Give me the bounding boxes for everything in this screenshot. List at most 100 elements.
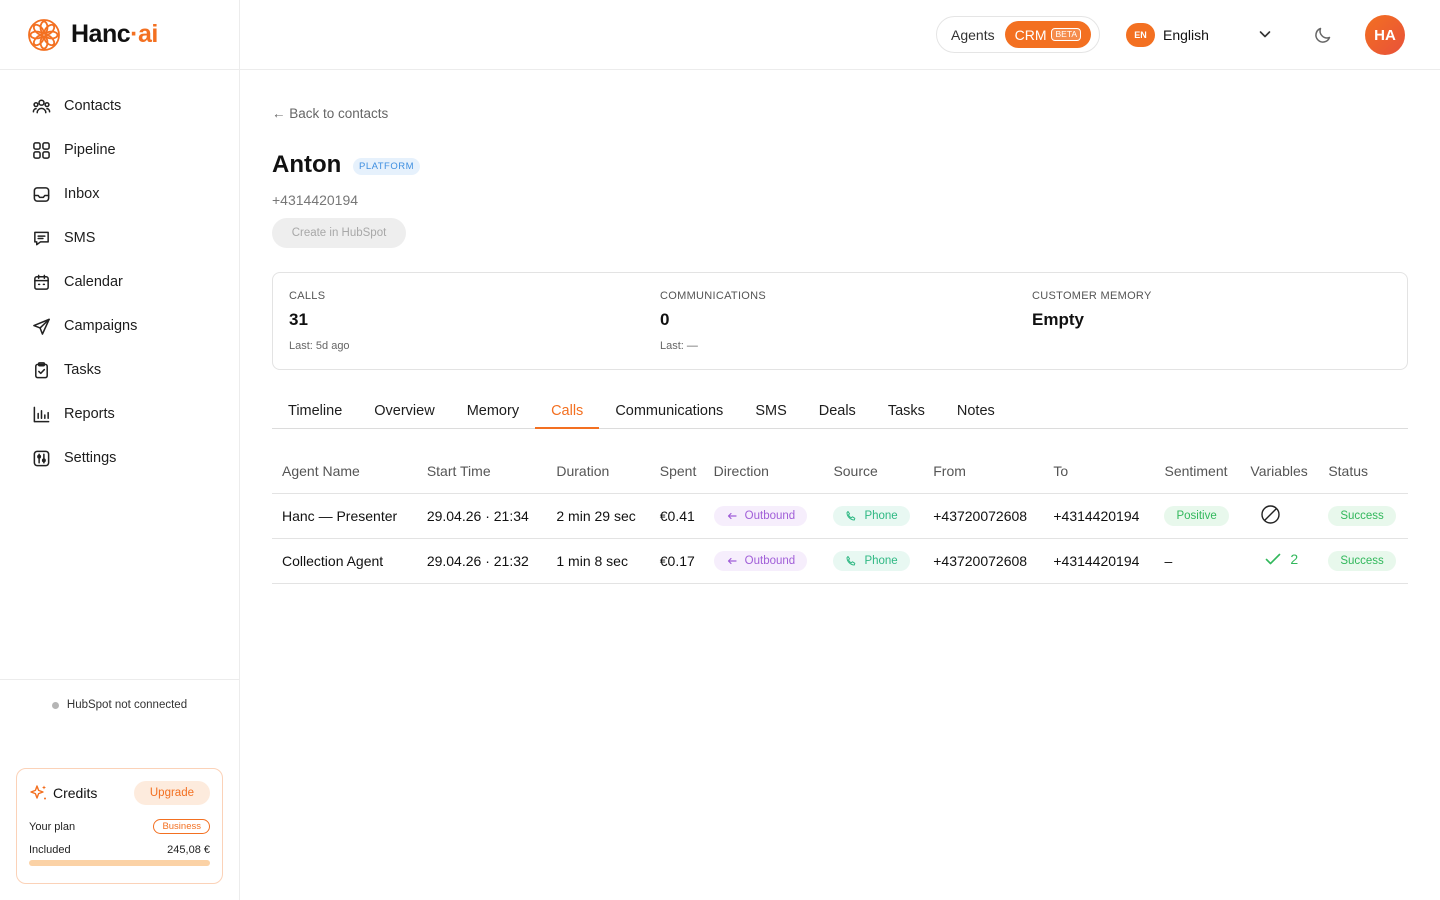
top-bar: Agents CRM BETA EN English HA — [240, 0, 1440, 70]
bar-chart-icon — [33, 406, 50, 422]
status-cell: Success — [1318, 493, 1408, 539]
language-label: English — [1163, 27, 1209, 43]
direction-badge: Outbound — [713, 505, 808, 526]
sidebar-item-label: Campaigns — [64, 318, 138, 334]
variables-count: 2 — [1264, 550, 1298, 568]
arrow-left-icon — [727, 512, 737, 519]
tab-calls[interactable]: Calls — [535, 392, 600, 429]
contact-tabs: Timeline Overview Memory Calls Communica… — [272, 392, 1408, 429]
language-selector[interactable]: EN English — [1126, 20, 1209, 50]
tab-sms[interactable]: SMS — [739, 392, 802, 429]
sidebar-item-inbox[interactable]: Inbox — [0, 172, 239, 216]
language-code-badge: EN — [1126, 23, 1155, 47]
sidebar-item-label: Calendar — [64, 274, 123, 290]
user-avatar[interactable]: HA — [1365, 15, 1405, 55]
sidebar-item-label: Settings — [64, 450, 117, 466]
sidebar-item-settings[interactable]: Settings — [0, 436, 239, 480]
credits-progress-fill — [29, 860, 210, 866]
tab-deals[interactable]: Deals — [803, 392, 872, 429]
source-cell: Phone — [823, 538, 924, 584]
source-label: Phone — [864, 554, 898, 567]
send-icon — [33, 318, 50, 335]
tab-communications[interactable]: Communications — [599, 392, 739, 429]
to-cell: +4314420194 — [1043, 493, 1155, 539]
sentiment-cell: – — [1154, 538, 1241, 584]
brand-logo[interactable]: Hanc·ai — [0, 0, 239, 70]
sparkle-icon — [30, 785, 46, 800]
from-cell: +43720072608 — [923, 493, 1044, 539]
phone-icon — [846, 555, 856, 565]
column-header[interactable]: Direction — [703, 450, 824, 494]
status-dot-icon — [51, 701, 59, 709]
chevron-down-icon[interactable] — [1256, 25, 1274, 43]
stats-card: CALLS 31 Last: 5d ago COMMUNICATIONS 0 L… — [272, 272, 1408, 370]
stat-value: 31 — [289, 310, 308, 329]
platform-badge: PLATFORM — [353, 158, 421, 175]
mode-agents-button[interactable]: Agents — [951, 27, 995, 43]
source-cell: Phone — [823, 493, 924, 539]
column-header[interactable]: Start Time — [416, 450, 547, 494]
sentiment-badge: Positive — [1164, 505, 1229, 526]
tab-tasks[interactable]: Tasks — [872, 392, 941, 429]
variables-count-label: 2 — [1290, 551, 1299, 567]
sidebar-item-label: Pipeline — [64, 142, 116, 158]
tab-notes[interactable]: Notes — [941, 392, 1011, 429]
variables-cell[interactable]: 2 — [1240, 538, 1319, 584]
stat-label: CUSTOMER MEMORY — [1032, 290, 1152, 302]
spent-cell: €0.17 — [649, 538, 704, 584]
start-time-cell: 29.04.26 · 21:34 — [416, 493, 547, 539]
back-to-contacts-link[interactable]: ← Back to contacts — [272, 106, 388, 121]
tab-timeline[interactable]: Timeline — [272, 392, 358, 429]
sidebar-item-contacts[interactable]: Contacts — [0, 84, 239, 128]
column-header[interactable]: Duration — [546, 450, 650, 494]
source-label: Phone — [864, 509, 898, 522]
tab-memory[interactable]: Memory — [451, 392, 535, 429]
source-badge: Phone — [833, 505, 910, 526]
tab-overview[interactable]: Overview — [358, 392, 450, 429]
stat-sub: Last: — — [660, 340, 698, 352]
agent-name-cell: Collection Agent — [272, 538, 417, 584]
hubspot-connection-status: HubSpot not connected — [0, 679, 239, 711]
moon-icon[interactable] — [1313, 25, 1333, 45]
status-cell: Success — [1318, 538, 1408, 584]
duration-cell: 2 min 29 sec — [546, 493, 650, 539]
sidebar-item-tasks[interactable]: Tasks — [0, 348, 239, 392]
sidebar-item-reports[interactable]: Reports — [0, 392, 239, 436]
table-row[interactable]: Hanc — Presenter 29.04.26 · 21:34 2 min … — [272, 493, 1408, 539]
mode-crm-label: CRM — [1014, 26, 1047, 43]
agent-name-cell: Hanc — Presenter — [272, 493, 417, 539]
create-in-hubspot-button[interactable]: Create in HubSpot — [272, 218, 406, 248]
column-header[interactable]: Agent Name — [272, 450, 417, 494]
spent-cell: €0.41 — [649, 493, 704, 539]
credits-title: Credits — [29, 783, 97, 803]
sidebar-item-label: Tasks — [64, 362, 102, 378]
sidebar-nav: Contacts Pipeline Inbox SMS Calendar Cam… — [0, 70, 239, 480]
column-header[interactable]: Status — [1318, 450, 1408, 494]
mode-switch: Agents CRM BETA — [936, 16, 1100, 53]
column-header[interactable]: Sentiment — [1154, 450, 1241, 494]
stat-label: COMMUNICATIONS — [660, 290, 767, 302]
sliders-icon — [33, 450, 50, 466]
variables-cell — [1240, 493, 1319, 539]
mode-crm-button[interactable]: CRM BETA — [1004, 21, 1092, 48]
column-header[interactable]: From — [923, 450, 1044, 494]
column-header[interactable]: Source — [823, 450, 924, 494]
phone-icon — [846, 510, 856, 520]
upgrade-button[interactable]: Upgrade — [133, 781, 210, 805]
sidebar-item-pipeline[interactable]: Pipeline — [0, 128, 239, 172]
sidebar-item-calendar[interactable]: Calendar — [0, 260, 239, 304]
status-badge: Success — [1328, 505, 1396, 526]
included-label: Included — [29, 844, 71, 856]
plan-label: Your plan — [29, 820, 76, 833]
stat-label: CALLS — [289, 290, 326, 302]
stat-value: 0 — [660, 310, 670, 329]
status-badge: Success — [1328, 550, 1396, 571]
sidebar-item-campaigns[interactable]: Campaigns — [0, 304, 239, 348]
column-header[interactable]: Variables — [1240, 450, 1319, 494]
column-header[interactable]: Spent — [649, 450, 704, 494]
sidebar-item-label: SMS — [64, 230, 96, 246]
sidebar-item-sms[interactable]: SMS — [0, 216, 239, 260]
direction-badge: Outbound — [713, 550, 808, 571]
table-row[interactable]: Collection Agent 29.04.26 · 21:32 1 min … — [272, 538, 1408, 584]
column-header[interactable]: To — [1043, 450, 1155, 494]
